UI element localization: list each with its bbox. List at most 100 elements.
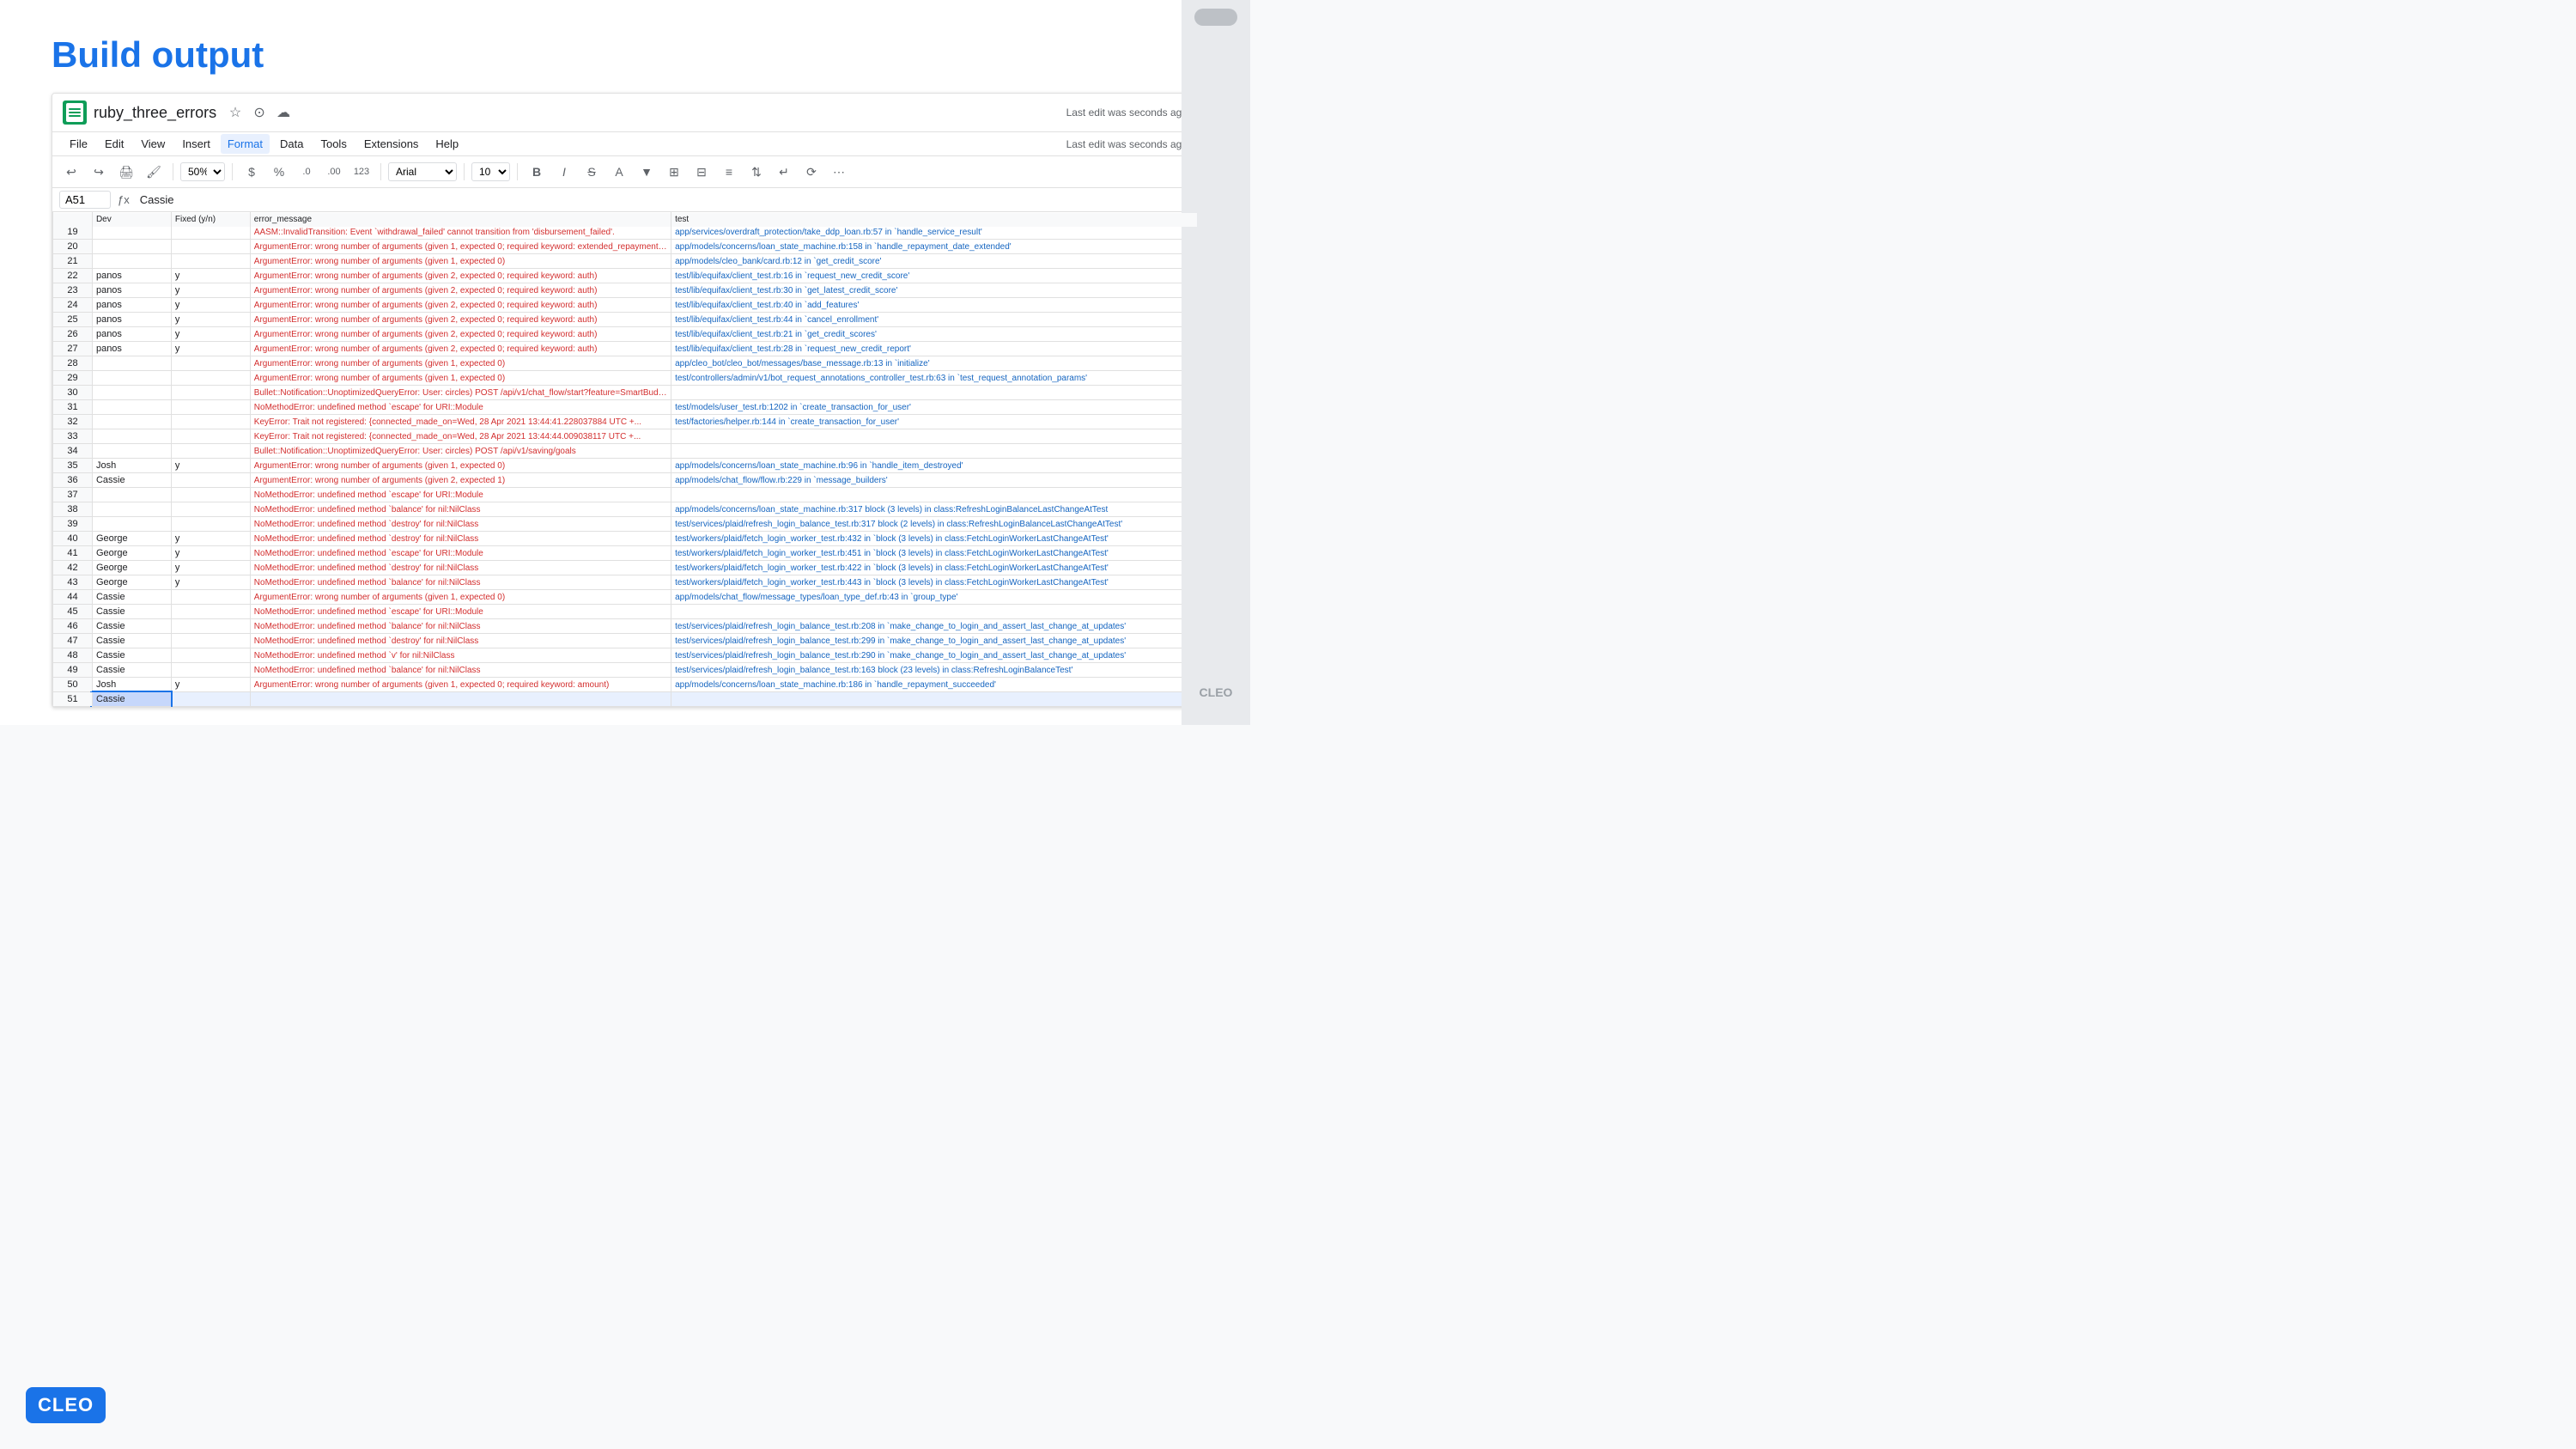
cell-error[interactable]: ArgumentError: wrong number of arguments…: [250, 371, 671, 386]
table-row[interactable]: 39NoMethodError: undefined method `destr…: [53, 517, 1198, 532]
wrap-button[interactable]: ↵: [772, 160, 796, 184]
cell-error[interactable]: Bullet::Notification::UnoptimizedQueryEr…: [250, 444, 671, 459]
cell-fixed[interactable]: y: [171, 546, 250, 561]
cell-test[interactable]: test/lib/equifax/client_test.rb:40 in `a…: [671, 298, 1198, 313]
table-row[interactable]: 22panosyArgumentError: wrong number of a…: [53, 269, 1198, 283]
cell-test[interactable]: app/models/concerns/loan_state_machine.r…: [671, 678, 1198, 692]
cell-dev[interactable]: Cassie: [92, 692, 171, 707]
table-row[interactable]: 26panosyArgumentError: wrong number of a…: [53, 327, 1198, 342]
cell-fixed[interactable]: [171, 225, 250, 240]
cell-test[interactable]: app/models/concerns/loan_state_machine.r…: [671, 502, 1198, 517]
table-row[interactable]: 29ArgumentError: wrong number of argumen…: [53, 371, 1198, 386]
cell-fixed[interactable]: y: [171, 327, 250, 342]
cell-test[interactable]: test/workers/plaid/fetch_login_worker_te…: [671, 546, 1198, 561]
menu-extensions[interactable]: Extensions: [357, 134, 426, 154]
cell-dev[interactable]: [92, 254, 171, 269]
cell-fixed[interactable]: [171, 634, 250, 648]
cell-dev[interactable]: [92, 429, 171, 444]
cell-error[interactable]: ArgumentError: wrong number of arguments…: [250, 240, 671, 254]
table-row[interactable]: 35JoshyArgumentError: wrong number of ar…: [53, 459, 1198, 473]
cell-error[interactable]: ArgumentError: wrong number of arguments…: [250, 283, 671, 298]
cell-fixed[interactable]: y: [171, 561, 250, 575]
table-row[interactable]: 38NoMethodError: undefined method `balan…: [53, 502, 1198, 517]
cell-error[interactable]: NoMethodError: undefined method `escape'…: [250, 488, 671, 502]
more-button[interactable]: ⋯: [827, 160, 851, 184]
cell-test[interactable]: app/models/chat_flow/message_types/loan_…: [671, 590, 1198, 605]
table-row[interactable]: 47CassieNoMethodError: undefined method …: [53, 634, 1198, 648]
table-row[interactable]: 36CassieArgumentError: wrong number of a…: [53, 473, 1198, 488]
cell-dev[interactable]: panos: [92, 269, 171, 283]
cell-fixed[interactable]: [171, 648, 250, 663]
cell-error[interactable]: KeyError: Trait not registered: {connect…: [250, 415, 671, 429]
cell-fixed[interactable]: [171, 590, 250, 605]
cell-dev[interactable]: [92, 240, 171, 254]
cell-fixed[interactable]: y: [171, 342, 250, 356]
table-row[interactable]: 44CassieArgumentError: wrong number of a…: [53, 590, 1198, 605]
star-icon[interactable]: ☆: [227, 104, 244, 121]
cell-test[interactable]: test/services/plaid/refresh_login_balanc…: [671, 517, 1198, 532]
cell-error[interactable]: NoMethodError: undefined method `v' for …: [250, 648, 671, 663]
merge-button[interactable]: ⊟: [690, 160, 714, 184]
cell-test[interactable]: app/services/overdraft_protection/take_d…: [671, 225, 1198, 240]
cell-dev[interactable]: [92, 400, 171, 415]
cell-error[interactable]: ArgumentError: wrong number of arguments…: [250, 473, 671, 488]
cell-dev[interactable]: George: [92, 575, 171, 590]
cell-test[interactable]: app/models/concerns/loan_state_machine.r…: [671, 459, 1198, 473]
menu-file[interactable]: File: [63, 134, 94, 154]
menu-format[interactable]: Format: [221, 134, 270, 154]
cell-fixed[interactable]: [171, 488, 250, 502]
cell-test[interactable]: [671, 488, 1198, 502]
format-paint-button[interactable]: 🖌: [142, 160, 166, 184]
cell-test[interactable]: [671, 692, 1198, 707]
cell-error[interactable]: ArgumentError: wrong number of arguments…: [250, 254, 671, 269]
menu-edit[interactable]: Edit: [98, 134, 131, 154]
currency-button[interactable]: $: [240, 160, 264, 184]
cell-fixed[interactable]: y: [171, 298, 250, 313]
table-row[interactable]: 24panosyArgumentError: wrong number of a…: [53, 298, 1198, 313]
cell-dev[interactable]: Josh: [92, 678, 171, 692]
table-row[interactable]: 46CassieNoMethodError: undefined method …: [53, 619, 1198, 634]
cell-test[interactable]: test/services/plaid/refresh_login_balanc…: [671, 648, 1198, 663]
cell-error[interactable]: ArgumentError: wrong number of arguments…: [250, 678, 671, 692]
cell-error[interactable]: NoMethodError: undefined method `destroy…: [250, 634, 671, 648]
strikethrough-button[interactable]: S: [580, 160, 604, 184]
align-button[interactable]: ≡: [717, 160, 741, 184]
cell-dev[interactable]: Cassie: [92, 590, 171, 605]
cell-test[interactable]: test/factories/helper.rb:144 in `create_…: [671, 415, 1198, 429]
cell-fixed[interactable]: y: [171, 678, 250, 692]
cell-fixed[interactable]: [171, 240, 250, 254]
cell-test[interactable]: [671, 444, 1198, 459]
cell-dev[interactable]: [92, 415, 171, 429]
table-row[interactable]: 30Bullet::Notification::UnoptimizedQuery…: [53, 386, 1198, 400]
table-row[interactable]: 37NoMethodError: undefined method `escap…: [53, 488, 1198, 502]
cell-error[interactable]: KeyError: Trait not registered: {connect…: [250, 429, 671, 444]
cell-dev[interactable]: panos: [92, 313, 171, 327]
table-row[interactable]: 50JoshyArgumentError: wrong number of ar…: [53, 678, 1198, 692]
cell-fixed[interactable]: [171, 356, 250, 371]
cell-test[interactable]: app/cleo_bot/cleo_bot/messages/base_mess…: [671, 356, 1198, 371]
cell-error[interactable]: NoMethodError: undefined method `balance…: [250, 575, 671, 590]
font-size-select[interactable]: 10 11 12: [471, 162, 510, 181]
cell-dev[interactable]: Cassie: [92, 605, 171, 619]
redo-button[interactable]: ↪: [87, 160, 111, 184]
cell-dev[interactable]: George: [92, 546, 171, 561]
cell-dev[interactable]: [92, 502, 171, 517]
table-row[interactable]: 20ArgumentError: wrong number of argumen…: [53, 240, 1198, 254]
cell-error[interactable]: AASM::InvalidTransition: Event `withdraw…: [250, 225, 671, 240]
cell-fixed[interactable]: [171, 400, 250, 415]
cell-fixed[interactable]: [171, 444, 250, 459]
cell-dev[interactable]: [92, 386, 171, 400]
cell-dev[interactable]: [92, 444, 171, 459]
cell-dev[interactable]: [92, 517, 171, 532]
cell-test[interactable]: app/models/cleo_bank/card.rb:12 in `get_…: [671, 254, 1198, 269]
cell-error[interactable]: ArgumentError: wrong number of arguments…: [250, 327, 671, 342]
cell-test[interactable]: test/lib/equifax/client_test.rb:21 in `g…: [671, 327, 1198, 342]
cell-dev[interactable]: [92, 488, 171, 502]
table-row[interactable]: 32KeyError: Trait not registered: {conne…: [53, 415, 1198, 429]
table-row[interactable]: 28ArgumentError: wrong number of argumen…: [53, 356, 1198, 371]
table-row[interactable]: 42GeorgeyNoMethodError: undefined method…: [53, 561, 1198, 575]
menu-help[interactable]: Help: [428, 134, 465, 154]
grid-container[interactable]: A B C D Dev Fixed (y/n) error_message te…: [52, 212, 1198, 707]
cell-fixed[interactable]: y: [171, 459, 250, 473]
cell-error[interactable]: ArgumentError: wrong number of arguments…: [250, 342, 671, 356]
